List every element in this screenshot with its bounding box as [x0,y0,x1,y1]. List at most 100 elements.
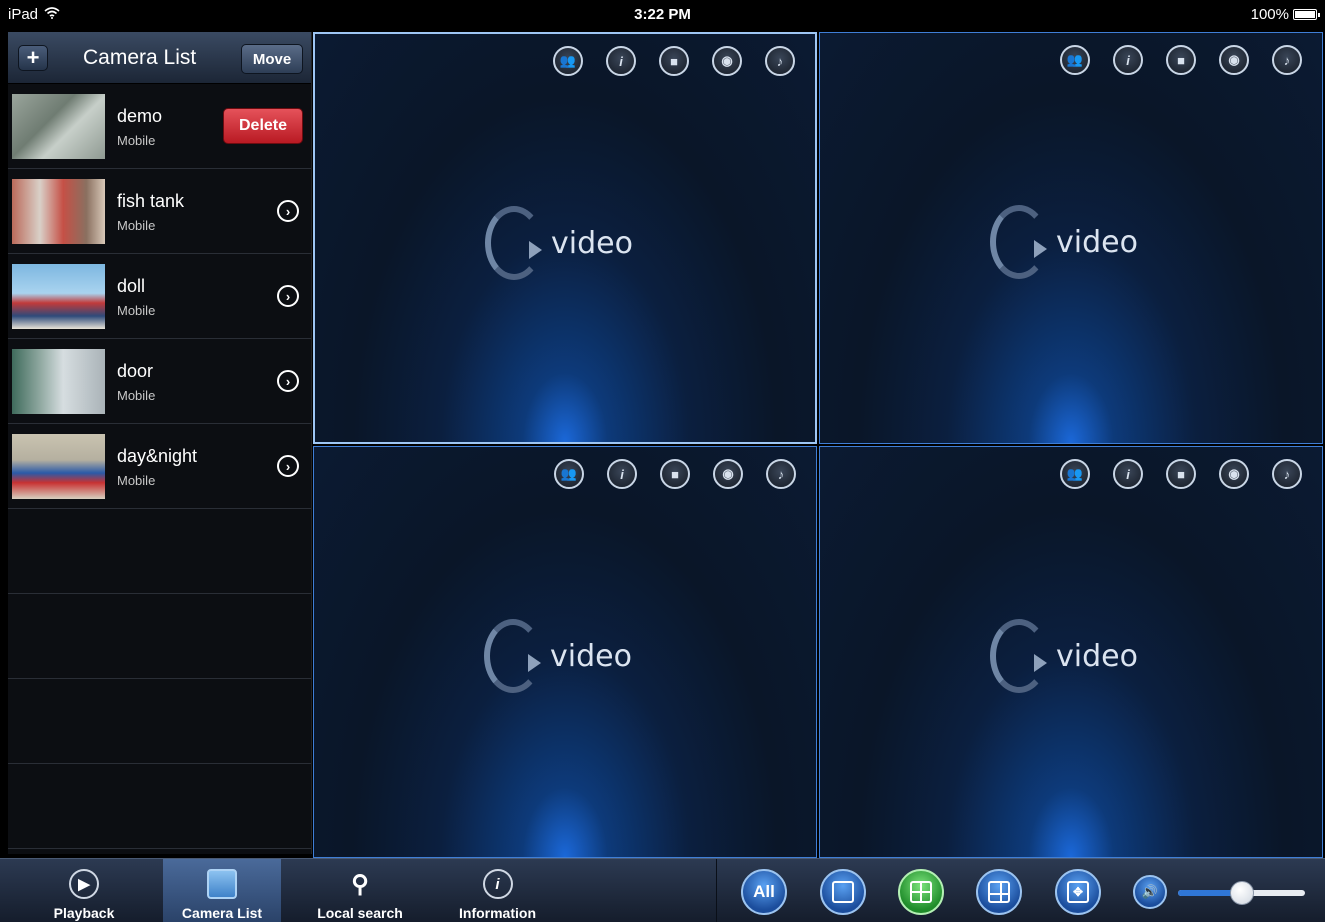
camera-list-panel: + Camera List Move demo Mobile Delete fi… [8,32,312,854]
video-logo: video [484,619,632,693]
chevron-right-icon[interactable]: › [277,455,299,477]
video-logo: video [990,619,1138,693]
search-icon: ⚲ [351,870,369,898]
camera-item-door[interactable]: door Mobile › [8,339,311,424]
video-label: video [550,638,632,674]
camera-type: Mobile [117,473,156,488]
camera-item-day-night[interactable]: day&night Mobile › [8,424,311,509]
view-all-button[interactable]: All [741,869,787,915]
video-panel-4[interactable]: 👥 i ■ ◉ ♪ video [819,446,1323,858]
video-label: video [1056,224,1138,260]
tab-label: Information [459,905,536,921]
video-arc-icon [485,206,543,280]
camera-name: doll [117,276,146,296]
view-single-button[interactable] [820,869,866,915]
camera-list-title: Camera List [83,46,197,69]
camera-name: day&night [117,446,198,466]
playback-icon: ▶ [69,869,99,899]
people-icon[interactable]: 👥 [553,46,583,76]
tab-label: Local search [317,905,403,921]
toolbar-divider [716,859,717,922]
camera-thumbnail [12,434,105,499]
record-icon[interactable]: ■ [1166,45,1196,75]
view-grid4-button[interactable] [898,869,944,915]
mic-icon[interactable]: ♪ [1272,459,1302,489]
status-bar: iPad 3:22 PM 100% [0,0,1325,30]
view-grid6-button[interactable] [976,869,1022,915]
single-view-icon [832,881,854,903]
volume-icon[interactable]: 🔊 [1133,875,1167,909]
info-icon[interactable]: i [1113,45,1143,75]
grid6-view-icon [988,881,1010,903]
empty-row [8,764,311,849]
tab-local-search[interactable]: ⚲ Local search [300,859,420,922]
tab-camera-list[interactable]: Camera List [163,859,281,922]
tab-information[interactable]: i Information [440,859,555,922]
tab-playback[interactable]: ▶ Playback [28,859,140,922]
play-icon [1034,240,1047,258]
play-icon [1034,654,1047,672]
battery-icon [1293,9,1320,20]
snapshot-icon[interactable]: ◉ [1219,459,1249,489]
record-icon[interactable]: ■ [660,459,690,489]
camera-item-doll[interactable]: doll Mobile › [8,254,311,339]
info-icon[interactable]: i [607,459,637,489]
camera-item-fish-tank[interactable]: fish tank Mobile › [8,169,311,254]
camera-thumbnail [12,179,105,244]
mic-icon[interactable]: ♪ [765,46,795,76]
chevron-right-icon[interactable]: › [277,285,299,307]
people-icon[interactable]: 👥 [554,459,584,489]
camera-thumbnail [12,264,105,329]
clock: 3:22 PM [634,6,691,23]
record-icon[interactable]: ■ [659,46,689,76]
play-icon [529,241,542,259]
mic-icon[interactable]: ♪ [1272,45,1302,75]
camera-type: Mobile [117,303,156,318]
play-icon [528,654,541,672]
video-grid: 👥 i ■ ◉ ♪ video 👥 i ■ ◉ ♪ video 👥 i ■ ◉ [313,32,1325,858]
video-panel-2[interactable]: 👥 i ■ ◉ ♪ video [819,32,1323,444]
fullscreen-icon: ✥ [1067,881,1089,903]
info-icon[interactable]: i [1113,459,1143,489]
people-icon[interactable]: 👥 [1060,459,1090,489]
bottom-toolbar: ▶ Playback Camera List ⚲ Local search i … [0,858,1325,922]
camera-type: Mobile [117,388,156,403]
camera-type: Mobile [117,133,156,148]
volume-knob[interactable] [1229,881,1254,905]
move-button[interactable]: Move [241,44,303,74]
mic-icon[interactable]: ♪ [766,459,796,489]
info-icon[interactable]: i [606,46,636,76]
chevron-right-icon[interactable]: › [277,370,299,392]
snapshot-icon[interactable]: ◉ [712,46,742,76]
camera-name: door [117,361,154,381]
snapshot-icon[interactable]: ◉ [1219,45,1249,75]
camera-thumbnail [12,349,105,414]
video-arc-icon [990,205,1048,279]
video-panel-3[interactable]: 👥 i ■ ◉ ♪ video [313,446,817,858]
video-label: video [1056,638,1138,674]
battery-percent: 100% [1250,6,1289,23]
delete-button[interactable]: Delete [223,108,303,144]
camera-type: Mobile [117,218,156,233]
camera-list-header: + Camera List Move [8,32,311,84]
empty-row [8,594,311,679]
camera-thumbnail [12,94,105,159]
fullscreen-button[interactable]: ✥ [1055,869,1101,915]
grid4-view-icon [910,881,932,903]
video-logo: video [990,205,1138,279]
video-arc-icon [990,619,1048,693]
tab-label: Playback [53,905,115,921]
empty-row [8,509,311,594]
video-panel-1[interactable]: 👥 i ■ ◉ ♪ video [313,32,817,444]
snapshot-icon[interactable]: ◉ [713,459,743,489]
add-camera-button[interactable]: + [18,45,48,71]
chevron-right-icon[interactable]: › [277,200,299,222]
info-icon: i [482,869,513,899]
camera-item-demo[interactable]: demo Mobile Delete [8,84,311,169]
video-label: video [551,225,633,261]
camera-name: fish tank [117,191,185,211]
camera-name: demo [117,106,163,126]
tab-label: Camera List [181,905,263,921]
record-icon[interactable]: ■ [1166,459,1196,489]
people-icon[interactable]: 👥 [1060,45,1090,75]
